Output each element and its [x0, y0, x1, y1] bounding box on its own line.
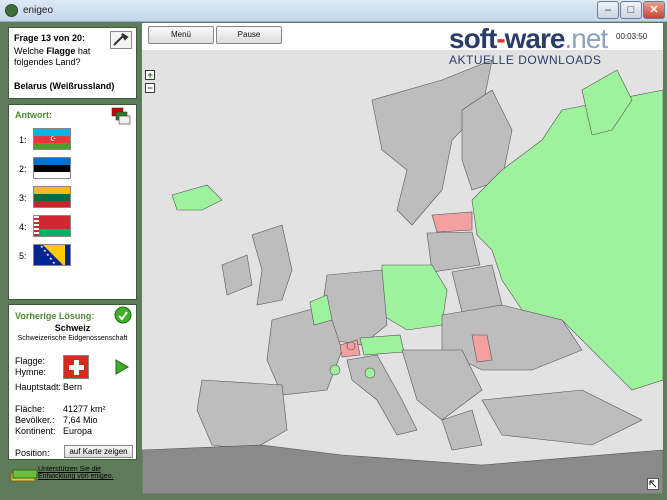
position-label: Position: [15, 448, 50, 458]
app-icon [5, 4, 18, 17]
question-country: Belarus (Weißrussland) [14, 81, 115, 91]
answer-flag-4[interactable] [33, 215, 71, 237]
play-icon [115, 359, 129, 375]
answer-flag-1[interactable]: ☪ [33, 128, 71, 150]
previous-country: Schweiz [54, 323, 91, 333]
answer-number: 1: [19, 135, 27, 145]
answer-flag-5[interactable]: ★★★ ★★★ [33, 244, 71, 266]
window-title: enigeo [23, 5, 54, 16]
answer-number: 2: [19, 164, 27, 174]
watermark-logo: soft-ware.net [449, 23, 608, 54]
continent-label: Kontinent: [15, 426, 56, 436]
money-icon [9, 465, 39, 485]
capital-label: Hauptstadt: [15, 382, 62, 392]
area-label: Fläche: [15, 404, 45, 414]
banknotes-icon [10, 469, 38, 482]
question-line2: folgendes Land? [14, 57, 81, 67]
zoom-in-button[interactable]: + [145, 70, 155, 80]
answer-number: 5: [19, 251, 27, 261]
answer-flag-2[interactable] [33, 157, 71, 179]
resize-corner-icon[interactable] [647, 478, 659, 490]
svg-text:★: ★ [55, 264, 59, 266]
answer-flag-3[interactable] [33, 186, 71, 208]
flag-label: Flagge: [15, 356, 46, 366]
swiss-flag [63, 355, 89, 379]
tool-icon [113, 33, 129, 46]
maximize-button[interactable]: □ [620, 1, 642, 19]
flag-stack-icon [111, 107, 131, 125]
show-on-map-button[interactable]: auf Karte zeigen [64, 445, 133, 458]
arrow-icon [649, 480, 657, 488]
answer-number: 4: [19, 222, 27, 232]
pause-button[interactable]: Pause [216, 26, 282, 44]
close-button[interactable]: ✕ [643, 1, 665, 19]
map-container: Menü Pause 00:03:50 + − soft-ware.net AK… [142, 23, 663, 494]
previous-heading: Vorherige Lösung: [15, 311, 95, 321]
menu-button[interactable]: Menü [148, 26, 214, 44]
answer-number: 3: [19, 193, 27, 203]
flags-icon[interactable] [111, 107, 131, 125]
continent-value: Europa [63, 426, 93, 436]
watermark-tagline: AKTUELLE DOWNLOADS [449, 53, 602, 67]
zoom-out-button[interactable]: − [145, 83, 155, 93]
question-line1: Welche Flagge hat [14, 46, 91, 56]
timer: 00:03:50 [616, 32, 648, 41]
play-anthem-button[interactable] [115, 359, 129, 377]
anthem-label: Hymne: [15, 367, 47, 377]
support-link[interactable]: Unterstützen Sie die Entwicklung von eni… [38, 466, 114, 480]
question-counter: Frage 13 von 20: [14, 33, 86, 43]
question-keyword: Flagge [46, 46, 76, 56]
population-value: 7,64 Mio [63, 415, 98, 425]
bosnia-flag-shape: ★★★ ★★★ [40, 245, 65, 266]
answer-heading: Antwort: [15, 110, 52, 120]
hint-icon[interactable] [110, 31, 132, 49]
population-label: Bevölker.: [15, 415, 55, 425]
capital-value: Bern [63, 382, 83, 392]
previous-official-name: Schweizerische Eidgenossenschaft [17, 335, 128, 342]
question-panel: Frage 13 von 20: Welche Flagge hat folge… [8, 27, 137, 99]
map-svg [142, 50, 663, 494]
window-titlebar: enigeo – □ ✕ [0, 0, 667, 22]
europe-map[interactable]: + − [142, 50, 663, 494]
minimize-button[interactable]: – [597, 1, 619, 19]
previous-solution-panel: Vorherige Lösung: Schweiz Schweizerische… [8, 304, 137, 460]
answer-panel: Antwort: 1: ☪ 2: 3: 4: 5: ★ ★ ★ ★ ★ [8, 104, 137, 300]
area-value: 41277 km² [63, 404, 106, 414]
